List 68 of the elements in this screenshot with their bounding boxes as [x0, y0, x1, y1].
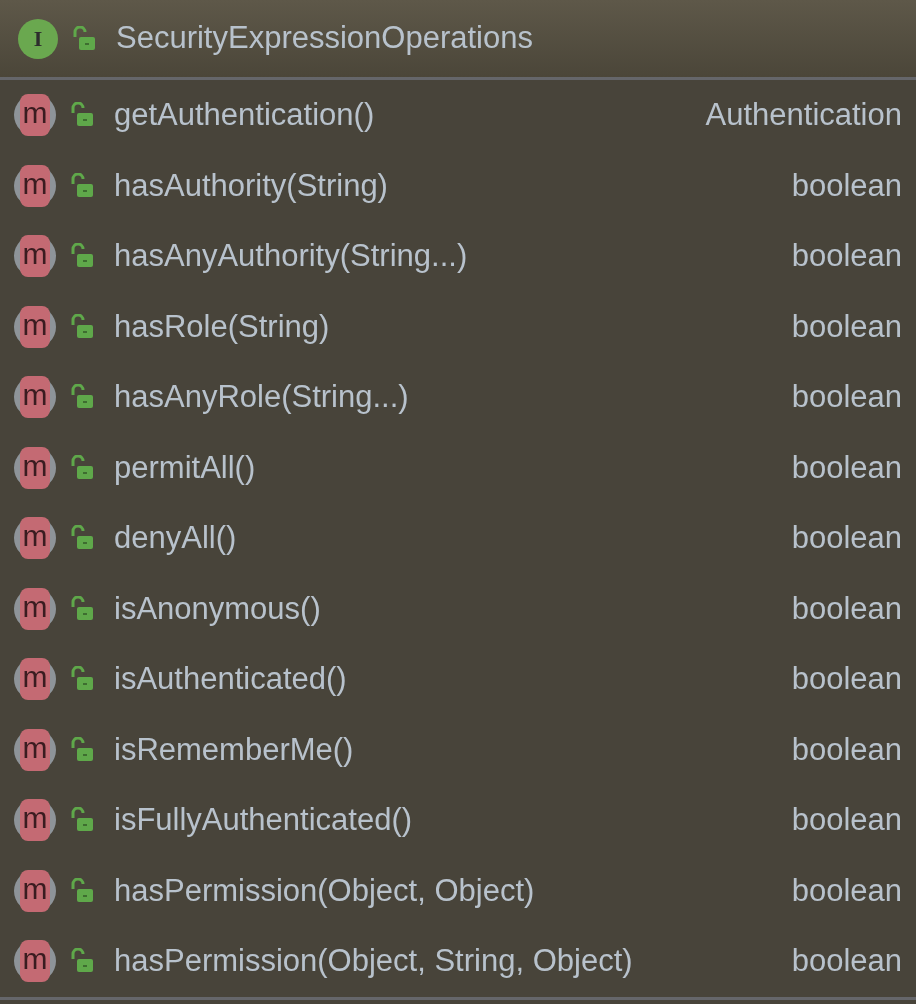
unlocked-padlock-icon	[70, 736, 94, 763]
method-signature: hasAuthority(String)	[114, 166, 388, 205]
method-row[interactable]: m isAuthenticated() boolean	[0, 644, 916, 715]
method-icon: m	[14, 164, 56, 207]
return-type: boolean	[791, 871, 902, 910]
method-icon: m	[14, 658, 56, 701]
method-icon: m	[14, 517, 56, 560]
return-type: boolean	[791, 378, 902, 416]
method-icon: m	[14, 446, 56, 489]
method-icon: m	[14, 94, 56, 137]
unlocked-padlock-icon	[70, 454, 94, 481]
method-row[interactable]: m hasAuthority(String) boolean	[0, 150, 916, 221]
method-signature: hasPermission(Object, String, Object)	[114, 942, 633, 980]
method-signature: getAuthentication()	[114, 96, 375, 134]
interface-icon: I	[18, 18, 58, 59]
method-row[interactable]: m getAuthentication() Authentication	[0, 80, 916, 151]
return-type: Authentication	[705, 96, 902, 134]
return-type: boolean	[791, 730, 902, 769]
method-signature: hasRole(String)	[114, 307, 330, 346]
unlocked-padlock-icon	[70, 525, 94, 552]
method-row[interactable]: m isAnonymous() boolean	[0, 573, 916, 644]
method-row[interactable]: m permitAll() boolean	[0, 432, 916, 503]
return-type: boolean	[791, 519, 902, 557]
interface-title: SecurityExpressionOperations	[116, 19, 533, 58]
method-row[interactable]: m hasRole(String) boolean	[0, 291, 916, 362]
method-signature: permitAll()	[114, 448, 256, 487]
unlocked-padlock-icon	[70, 666, 94, 693]
unlocked-padlock-icon	[70, 877, 94, 904]
method-icon: m	[14, 587, 56, 630]
return-type: boolean	[791, 448, 902, 487]
method-row[interactable]: m isFullyAuthenticated() boolean	[0, 785, 916, 856]
method-icon: m	[14, 305, 56, 348]
return-type: boolean	[791, 166, 902, 205]
method-row[interactable]: m isRememberMe() boolean	[0, 714, 916, 785]
unlocked-padlock-icon	[70, 172, 94, 199]
method-signature: hasAnyRole(String...)	[114, 378, 409, 416]
unlocked-padlock-icon	[70, 243, 94, 270]
return-type: boolean	[791, 589, 902, 628]
unlocked-padlock-icon	[70, 384, 94, 411]
method-row[interactable]: m hasPermission(Object, String, Object) boolean	[0, 926, 916, 997]
return-type: boolean	[791, 307, 902, 346]
unlocked-padlock-icon	[70, 102, 94, 129]
return-type: boolean	[791, 942, 902, 980]
method-signature: isAnonymous()	[114, 589, 321, 628]
unlocked-padlock-icon	[70, 313, 94, 340]
method-icon: m	[14, 869, 56, 912]
return-type: boolean	[791, 801, 902, 839]
method-row[interactable]: m denyAll() boolean	[0, 503, 916, 574]
return-type: boolean	[791, 660, 902, 698]
method-signature: denyAll()	[114, 519, 237, 557]
unlocked-padlock-icon	[70, 807, 94, 834]
method-row[interactable]: m hasAnyRole(String...) boolean	[0, 362, 916, 433]
method-row[interactable]: m hasPermission(Object, Object) boolean	[0, 855, 916, 926]
return-type: boolean	[791, 237, 902, 275]
method-signature: isFullyAuthenticated()	[114, 801, 413, 839]
method-signature: hasAnyAuthority(String...)	[114, 237, 468, 275]
method-signature: isRememberMe()	[114, 730, 354, 769]
method-icon: m	[14, 376, 56, 419]
method-icon: m	[14, 799, 56, 842]
method-icon: m	[14, 235, 56, 278]
method-icon: m	[14, 940, 56, 983]
method-icon: m	[14, 728, 56, 771]
method-signature: isAuthenticated()	[114, 660, 347, 698]
unlocked-padlock-icon	[70, 595, 94, 622]
unlocked-padlock-icon	[70, 948, 94, 975]
method-row[interactable]: m hasAnyAuthority(String...) boolean	[0, 221, 916, 292]
unlocked-padlock-icon	[72, 25, 96, 52]
method-signature: hasPermission(Object, Object)	[114, 871, 535, 910]
